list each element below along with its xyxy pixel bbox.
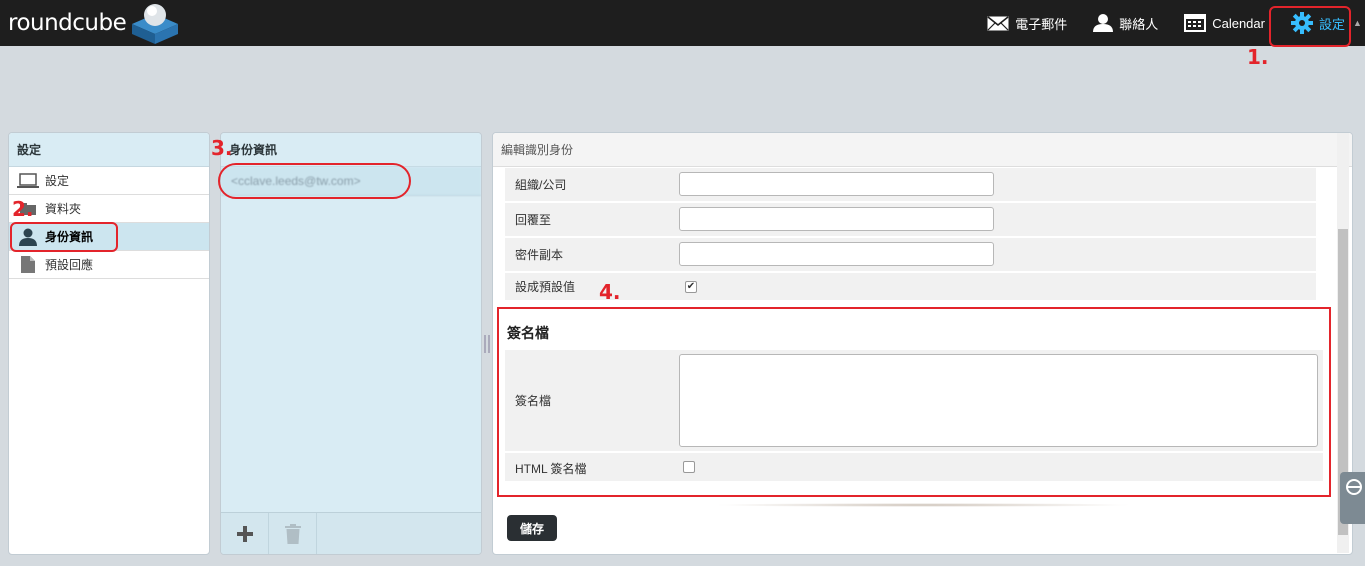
identities-toolbar bbox=[221, 512, 481, 554]
identities-panel-title: 身份資訊 bbox=[221, 133, 481, 167]
set-default-checkbox[interactable]: ✔ bbox=[685, 281, 697, 293]
settings-item-label: 設定 bbox=[45, 174, 70, 188]
set-default-row: 設成預設值 ✔ bbox=[505, 273, 1316, 301]
logo-cube-icon bbox=[128, 2, 182, 46]
save-button[interactable]: 儲存 bbox=[507, 515, 557, 541]
organization-label: 組織/公司 bbox=[515, 178, 567, 192]
person-icon bbox=[1093, 14, 1114, 32]
add-identity-button[interactable] bbox=[221, 513, 269, 554]
plus-icon bbox=[236, 526, 253, 542]
nav-contacts-label: 聯絡人 bbox=[1119, 16, 1159, 32]
annotation-number-2: 2. bbox=[12, 197, 34, 221]
annotation-box-identities bbox=[10, 222, 118, 252]
document-icon bbox=[17, 256, 39, 274]
nav-calendar[interactable]: Calendar bbox=[1184, 0, 1265, 46]
edit-identity-title: 編輯識別身份 bbox=[493, 133, 1352, 167]
bcc-input[interactable] bbox=[679, 242, 994, 266]
reply-to-row: 回覆至 bbox=[505, 203, 1316, 237]
organization-row: 組織/公司 bbox=[505, 168, 1316, 202]
reply-to-input[interactable] bbox=[679, 207, 994, 231]
annotation-box-identity bbox=[218, 163, 411, 199]
trash-icon bbox=[284, 524, 301, 544]
side-help-widget[interactable] bbox=[1340, 472, 1365, 524]
settings-item-label: 預設回應 bbox=[45, 258, 94, 272]
laptop-icon bbox=[17, 172, 39, 190]
set-default-label: 設成預設值 bbox=[515, 280, 576, 294]
annotation-box-signature bbox=[497, 307, 1331, 497]
nav-contacts[interactable]: 聯絡人 bbox=[1093, 0, 1158, 46]
panel-splitter-handle[interactable] bbox=[484, 335, 490, 353]
reply-to-label: 回覆至 bbox=[515, 213, 552, 227]
organization-input[interactable] bbox=[679, 172, 994, 196]
annotation-box-settings bbox=[1269, 6, 1351, 47]
annotation-number-3: 3. bbox=[211, 136, 233, 160]
form-footer-shadow bbox=[713, 503, 1133, 507]
circle-widget-icon bbox=[1346, 479, 1362, 495]
envelope-icon bbox=[987, 15, 1009, 31]
bcc-label: 密件副本 bbox=[515, 248, 564, 262]
bcc-row: 密件副本 bbox=[505, 238, 1316, 272]
settings-panel-title: 設定 bbox=[9, 133, 209, 167]
settings-item-responses[interactable]: 預設回應 bbox=[9, 251, 209, 279]
settings-panel: 設定 設定 資料夾 身份資訊 預設回應 bbox=[8, 132, 210, 555]
calendar-icon bbox=[1184, 14, 1207, 32]
settings-item-folders[interactable]: 資料夾 bbox=[9, 195, 209, 223]
logo-text: roundcube bbox=[8, 10, 127, 36]
roundcube-logo[interactable]: roundcube bbox=[8, 4, 182, 46]
collapse-arrow-icon[interactable]: ▲ bbox=[1353, 18, 1363, 28]
settings-item-label: 資料夾 bbox=[45, 202, 82, 216]
settings-item-preferences[interactable]: 設定 bbox=[9, 167, 209, 195]
nav-mail[interactable]: 電子郵件 bbox=[987, 0, 1067, 46]
top-bar: roundcube 電子郵件 聯絡人 Calendar 設定 ▲ bbox=[0, 0, 1365, 46]
delete-identity-button[interactable] bbox=[269, 513, 317, 554]
annotation-number-1: 1. bbox=[1247, 45, 1269, 69]
annotation-number-4: 4. bbox=[599, 280, 621, 304]
nav-mail-label: 電子郵件 bbox=[1015, 16, 1068, 32]
nav-calendar-label: Calendar bbox=[1212, 15, 1265, 31]
